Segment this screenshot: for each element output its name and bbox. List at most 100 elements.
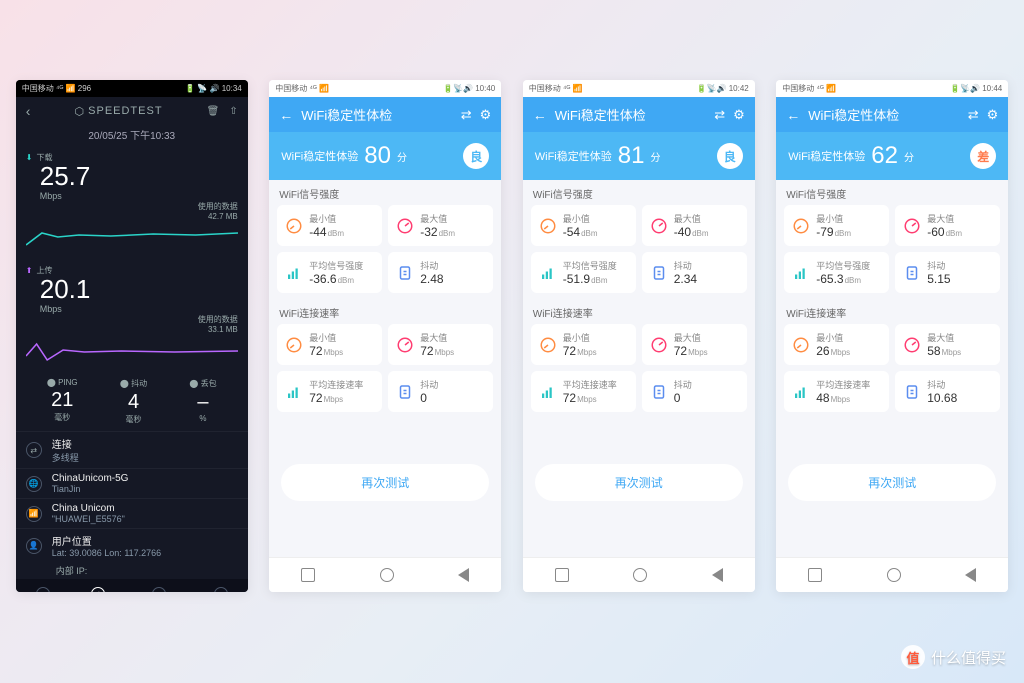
section-strength: WiFi信号强度 [269,180,501,205]
filter-icon[interactable]: ⇄ [461,107,472,123]
bars-icon [539,264,557,282]
tab-settings[interactable]: 设置 [214,587,228,592]
metric-card: 抖动10.68 [895,371,1000,412]
metric-card: 最小值72Mbps [277,324,382,365]
back-icon[interactable]: ← [279,107,293,123]
section-strength: WiFi信号强度 [776,180,1008,205]
gauge-min-icon [539,336,557,354]
nav-back[interactable] [965,568,976,582]
rating-badge: 良 [717,143,743,169]
rating-badge: 差 [970,143,996,169]
latency-metrics: ⬤ PING21毫秒 ⬤ 抖动4毫秒 ⬤ 丢包–% [16,374,248,431]
gauge-max-icon [396,336,414,354]
gauge-min-icon [792,336,810,354]
jitter-icon [396,264,414,282]
status-bar: 中国移动 ⁴ᴳ 📶 296 🔋 📡 🔊 10:34 [16,80,248,97]
tab-results[interactable]: ✓结果 [91,587,105,592]
metric-card: 抖动0 [642,371,747,412]
watermark-icon: 值 [901,645,925,669]
status-bar: 中国移动 ⁴ᴳ 📶🔋📡🔊 10:40 [269,80,501,97]
gear-icon[interactable]: ⚙ [480,107,492,123]
metric-card: 抖动2.48 [388,252,493,293]
nav-recent[interactable] [555,568,569,582]
jitter-icon [650,264,668,282]
android-navbar [776,557,1008,592]
wifi-panel-3: 中国移动 ⁴ᴳ 📶🔋📡🔊 10:44 ← WiFi稳定性体检 ⇄ ⚙ WiFi稳… [776,80,1008,592]
metric-card: 最大值72Mbps [642,324,747,365]
section-strength: WiFi信号强度 [523,180,755,205]
nav-back[interactable] [458,568,469,582]
nav-recent[interactable] [301,568,315,582]
upload-chart [26,338,238,368]
nav-home[interactable] [380,568,394,582]
metric-card: 最大值-60dBm [895,205,1000,246]
share-icon[interactable]: ⇧ [229,106,237,117]
section-speed: WiFi连接速率 [269,299,501,324]
wifi-panel-2: 中国移动 ⁴ᴳ 📶🔋📡🔊 10:42 ← WiFi稳定性体检 ⇄ ⚙ WiFi稳… [523,80,755,592]
back-icon[interactable]: ‹ [26,103,31,119]
score-value: 80 [364,142,391,170]
metric-card: 平均连接速率72Mbps [531,371,636,412]
tab-speed[interactable]: 速度 [36,587,50,592]
retest-button[interactable]: 再次测试 [788,464,996,501]
gear-icon[interactable]: ⚙ [733,107,745,123]
download-chart [26,225,238,255]
score-value: 62 [871,142,898,170]
metric-card: 最大值58Mbps [895,324,1000,365]
filter-icon[interactable]: ⇄ [714,107,725,123]
android-navbar [269,557,501,592]
bottom-tabs: 速度 ✓结果 覆盖范围 设置 [16,579,248,592]
gauge-max-icon [903,336,921,354]
score-value: 81 [618,142,645,170]
bars-icon [792,383,810,401]
server-info[interactable]: 📶China Unicom"HUAWEI_E5576" [16,498,248,528]
tab-coverage[interactable]: 覆盖范围 [145,587,173,592]
metric-card: 抖动2.34 [642,252,747,293]
gauge-min-icon [285,336,303,354]
gear-icon[interactable]: ⚙ [987,107,999,123]
filter-icon[interactable]: ⇄ [968,107,979,123]
metric-card: 最小值72Mbps [531,324,636,365]
connection-info[interactable]: ⇄连接多线程 [16,431,248,468]
metric-card: 平均信号强度-51.9dBm [531,252,636,293]
bars-icon [792,264,810,282]
score-banner: WiFi稳定性体验 62 分 差 [776,132,1008,180]
jitter-icon [650,383,668,401]
jitter-icon [396,383,414,401]
jitter-icon [903,383,921,401]
retest-button[interactable]: 再次测试 [281,464,489,501]
metric-card: 平均连接速率48Mbps [784,371,889,412]
nav-home[interactable] [887,568,901,582]
delete-icon[interactable]: 🗑 [207,106,220,117]
nav-home[interactable] [633,568,647,582]
status-bar: 中国移动 ⁴ᴳ 📶🔋📡🔊 10:42 [523,80,755,97]
gauge-max-icon [650,336,668,354]
wifi-panel-1: 中国移动 ⁴ᴳ 📶🔋📡🔊 10:40 ← WiFi稳定性体检 ⇄ ⚙ WiFi稳… [269,80,501,592]
watermark: 值 什么值得买 [901,645,1006,669]
isp-info[interactable]: 🌐ChinaUnicom-5GTianJin [16,468,248,498]
android-navbar [523,557,755,592]
metric-card: 最大值72Mbps [388,324,493,365]
download-speed: 25.7 [16,163,248,189]
back-icon[interactable]: ← [786,107,800,123]
location-info[interactable]: 👤用户位置Lat: 39.0086 Lon: 117.2766 [16,528,248,562]
upload-speed: 20.1 [16,276,248,302]
section-speed: WiFi连接速率 [523,299,755,324]
brand-title: ⬡ SPEEDTEST [75,105,163,118]
metric-card: 最小值26Mbps [784,324,889,365]
gauge-max-icon [650,217,668,235]
score-banner: WiFi稳定性体验 81 分 良 [523,132,755,180]
bars-icon [285,383,303,401]
nav-recent[interactable] [808,568,822,582]
retest-button[interactable]: 再次测试 [535,464,743,501]
back-icon[interactable]: ← [533,107,547,123]
bars-icon [285,264,303,282]
metric-card: 最小值-79dBm [784,205,889,246]
speedtest-screenshot: 中国移动 ⁴ᴳ 📶 296 🔋 📡 🔊 10:34 ‹ ⬡ SPEEDTEST … [16,80,248,592]
nav-back[interactable] [712,568,723,582]
metric-card: 抖动0 [388,371,493,412]
app-header: ← WiFi稳定性体检 ⇄ ⚙ [776,97,1008,132]
metric-card: 最小值-54dBm [531,205,636,246]
metric-card: 抖动5.15 [895,252,1000,293]
metric-card: 平均信号强度-36.6dBm [277,252,382,293]
